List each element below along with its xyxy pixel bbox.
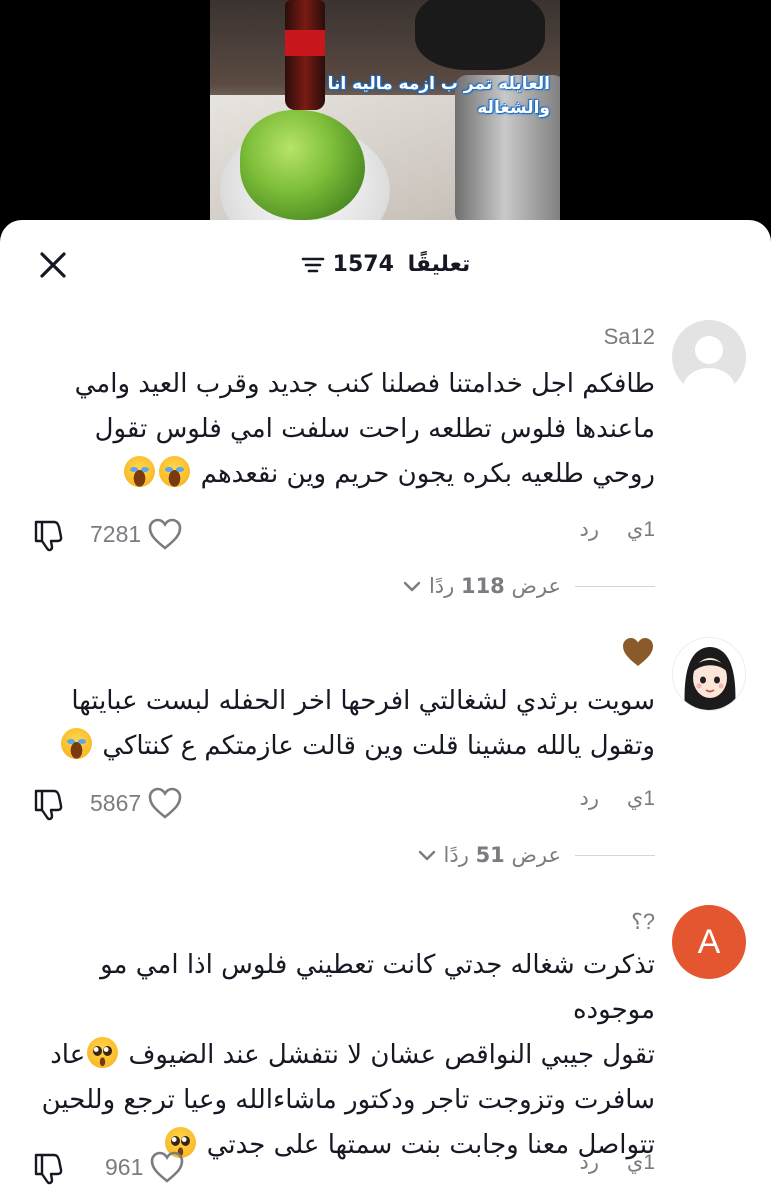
view-replies-label: عرض 118 ردًا [428,574,561,598]
comment-username[interactable] [621,637,655,673]
comment-text: تذكرت شغاله جدتي كانت تعطيني فلوس اذا ام… [25,943,655,1168]
reply-button[interactable]: رد [580,517,600,541]
comment-line: تذكرت شغاله جدتي كانت تعطيني فلوس اذا ام… [100,950,655,1025]
reply-button[interactable]: رد [580,1150,600,1174]
comment-actions: 1ي رد 5867 [0,786,771,826]
view-replies-button[interactable]: عرض 118 ردًا [401,574,655,598]
comment-username[interactable]: Sa12 [604,324,655,350]
comment-text: سويت برثدي لشغالتي افرحها اخر الحفله لبس… [25,679,655,769]
dislike-icon[interactable] [30,1150,66,1186]
video-frame: العايله تمر ب ازمه ماليه انا والشغاله [210,0,560,240]
video-salad [240,110,365,220]
comment-count: 1574 [332,252,394,277]
view-replies-label: عرض 51 ردًا [443,843,561,867]
comment-time: 1ي [626,787,655,810]
laughing-emoji-icon [124,456,156,487]
avatar-body-shape [683,368,735,394]
cartoon-girl-avatar-icon [684,647,736,710]
reply-button[interactable]: رد [580,786,600,810]
comments-title: تعليقًا 1574 [0,250,771,280]
divider-line [575,585,655,587]
comment-count-label: تعليقًا [407,252,471,277]
like-count: 961 [105,1153,144,1180]
video-caption: العايله تمر ب ازمه ماليه انا والشغاله [327,74,550,118]
comment-time: 1ي [626,518,655,541]
comment-line: سافرت وتزوجت تاجر ودكتور ماشاءالله وعيا … [41,1085,655,1115]
video-bottle-label [285,30,325,56]
comment-line: تقول جيبي النواقص عشان لا نتفشل عند الضي… [128,1040,655,1070]
like-button[interactable]: 7281 [90,517,183,551]
avatar-head-shape [695,336,723,364]
heart-icon [148,787,182,819]
brown-heart-icon [623,638,653,666]
comment-text: طافكم اجل خدامتنا فصلنا كنب جديد وقرب ال… [25,362,655,497]
avatar-letter: A [697,923,721,961]
chevron-down-icon [418,850,435,861]
avatar[interactable]: A [672,905,746,979]
sort-filter-icon[interactable] [301,255,325,275]
like-button[interactable]: 5867 [90,786,183,820]
dislike-icon[interactable] [30,517,66,553]
chevron-down-icon [403,581,421,592]
like-count: 5867 [90,789,142,816]
heart-icon [148,518,182,550]
comment-body: سويت برثدي لشغالتي افرحها اخر الحفله لبس… [71,686,655,761]
comments-header: تعليقًا 1574 [0,220,771,310]
laughing-emoji-icon [61,728,93,759]
avatar[interactable] [672,637,746,711]
like-button[interactable]: 961 [105,1150,185,1184]
avatar[interactable] [672,320,746,394]
pleading-face-emoji-icon [87,1037,119,1068]
like-count: 7281 [90,520,142,547]
laughing-emoji-icon [159,456,191,487]
comment-username[interactable]: ?؟ [631,909,655,935]
comment-actions: 1ي رد 961 [0,1150,771,1190]
video-player[interactable]: العايله تمر ب ازمه ماليه انا والشغاله [0,0,771,240]
heart-icon [151,1151,184,1183]
comment-time: 1ي [626,1151,655,1174]
divider-line [575,854,655,856]
comment-actions: 1ي رد 7281 [0,517,771,557]
comment-line: عاد [50,1040,86,1070]
view-replies-button[interactable]: عرض 51 ردًا [416,843,655,867]
comments-sheet: تعليقًا 1574 Sa12 طافكم اجل خدامتنا فصلن… [0,220,771,1200]
video-person [415,0,545,70]
dislike-icon[interactable] [30,786,66,822]
